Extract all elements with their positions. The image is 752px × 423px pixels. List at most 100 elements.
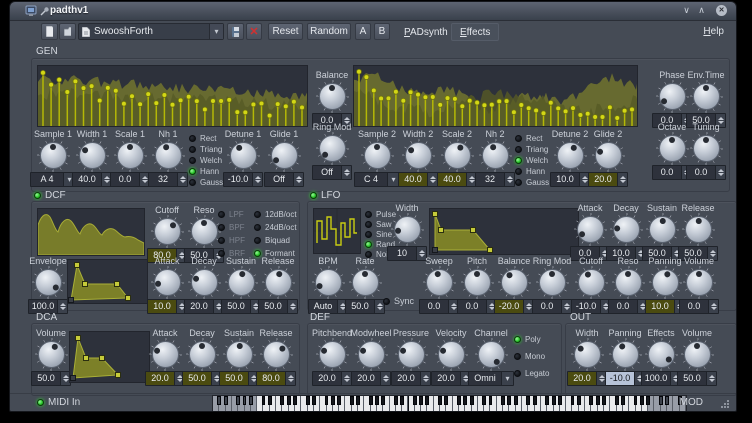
spin-arrows-icon[interactable] [708,300,718,313]
knob-lfo-sweep[interactable]: Sweep0.0 [419,256,459,314]
knob-out-volume[interactable]: Volume50.0 [677,328,717,386]
radio-12db-oct[interactable]: 12dB/oct [254,210,297,219]
spin-box[interactable]: 40.0 [72,172,112,187]
piano-key-black[interactable] [293,396,297,405]
spin-box[interactable]: 20.0 [588,172,628,187]
piano-key-black[interactable] [413,396,417,405]
knob-dial[interactable] [265,269,292,296]
knob-dial[interactable] [319,83,346,110]
knob-out-panning[interactable]: Panning-10.0 [605,328,645,386]
spin-arrows-icon[interactable] [177,173,187,186]
knob-lfo-attack[interactable]: Attack0.0 [570,203,610,261]
radio-hann[interactable]: Hann [515,167,549,176]
save-preset-button[interactable] [227,23,244,40]
knob-gen-nh1[interactable]: Nh 132 [148,129,188,187]
knob-dcf-attack[interactable]: Attack10.0 [147,256,187,314]
piano-key-black[interactable] [646,396,650,405]
compare-b-button[interactable]: B [374,23,390,40]
piano-key-black[interactable] [394,396,398,405]
piano-key-black[interactable] [312,396,316,405]
piano-key-black[interactable] [356,396,360,405]
radio-bpf[interactable]: BPF [218,223,245,232]
piano-key-black[interactable] [375,396,379,405]
knob-lfo-rate[interactable]: Rate50.0 [345,256,385,314]
tab-padsynth[interactable]: PADsynth [396,23,456,41]
piano-key-black[interactable] [571,396,575,405]
piano-key-black[interactable] [419,396,423,405]
knob-dial[interactable] [464,269,491,296]
delete-preset-button[interactable]: ✕ [246,23,262,40]
spin-arrows-icon[interactable] [427,173,437,186]
spin-box[interactable]: 10.0 [147,299,187,314]
knob-gen-sample2[interactable]: Sample 2C 4▾ [357,129,397,187]
spin-box[interactable]: 0.0 [532,299,572,314]
knob-dial[interactable] [652,269,679,296]
knob-dial[interactable] [315,269,342,296]
piano-key-black[interactable] [665,396,669,405]
piano-key-black[interactable] [482,396,486,405]
radio-lpf[interactable]: LPF [218,210,245,219]
dcf-led-icon[interactable] [34,192,41,199]
knob-dial[interactable] [574,341,601,368]
piano-key-black[interactable] [621,396,625,405]
knob-dial[interactable] [649,216,676,243]
piano-key-black[interactable] [350,396,354,405]
knob-dial[interactable] [79,142,106,169]
spin-box[interactable]: 10.0 [550,172,590,187]
knob-dial[interactable] [319,135,346,162]
knob-def-pitchbend[interactable]: Pitchbend20.0 [312,328,352,386]
knob-lfo-bpm[interactable]: BPMAuto [308,256,348,314]
spin-arrows-icon[interactable] [706,372,716,385]
piano-key-black[interactable] [463,396,467,405]
piano-keyboard[interactable] [212,395,687,412]
knob-def-velocity[interactable]: Velocity20.0 [431,328,471,386]
radio-gauss[interactable]: Gauss [515,178,549,187]
spin-box[interactable]: 50.0 [221,299,261,314]
spin-arrows-icon[interactable] [285,372,295,385]
piano-key-black[interactable] [457,396,461,405]
knob-gen-detune1[interactable]: Detune 1-10.0 [223,129,263,187]
knob-dial[interactable] [226,341,253,368]
dcf-envelope-display[interactable] [67,259,148,304]
piano-key-black[interactable] [507,396,511,405]
piano-key-black[interactable] [533,396,537,405]
knob-dial[interactable] [478,341,505,368]
spin-box[interactable]: 50.0 [31,371,71,386]
knob-gen-detune2[interactable]: Detune 210.0 [550,129,590,187]
knob-dial[interactable] [684,341,711,368]
knob-lfo-reso[interactable]: Reso0.0 [608,256,648,314]
combo-box[interactable]: A 4▾ [30,172,76,187]
knob-out-width[interactable]: Width20.0 [567,328,607,386]
mod-label[interactable]: MOD [680,397,703,408]
knob-lfo-width[interactable]: Width10 [387,203,427,261]
lfo-led-icon[interactable] [310,192,317,199]
combo-box[interactable]: Omni▾ [468,371,514,386]
radio-welch[interactable]: Welch [189,156,223,165]
spin-arrows-icon[interactable] [341,372,351,385]
knob-dial[interactable] [685,216,712,243]
spin-arrows-icon[interactable] [715,166,725,179]
knob-dial[interactable] [155,142,182,169]
piano-key-black[interactable] [243,396,247,405]
minimize-button[interactable]: ∨ [681,5,692,16]
radio-triang[interactable]: Triang [189,145,223,154]
radio-rect[interactable]: Rect [515,134,549,143]
radio-24db-oct[interactable]: 24dB/oct [254,223,297,232]
spin-box[interactable]: -10.0 [605,371,645,386]
knob-def-channel[interactable]: ChannelOmni▾ [471,328,511,386]
knob-dial[interactable] [557,142,584,169]
piano-key-black[interactable] [337,396,341,405]
piano-key-black[interactable] [634,396,638,405]
open-preset-button[interactable] [59,23,76,40]
knob-dcf-sustain[interactable]: Sustain50.0 [221,256,261,314]
spin-box[interactable]: 50.0 [219,371,259,386]
knob-dial[interactable] [482,142,509,169]
spin-box[interactable]: 40.0 [398,172,438,187]
knob-gen-glide2[interactable]: Glide 220.0 [588,129,628,187]
knob-dial[interactable] [358,341,385,368]
knob-lfo-decay[interactable]: Decay10.0 [606,203,646,261]
piano-key-black[interactable] [558,396,562,405]
spin-box[interactable]: 20.0 [145,371,185,386]
preset-dropdown-arrow-icon[interactable]: ▾ [209,24,223,39]
spin-arrows-icon[interactable] [293,173,303,186]
